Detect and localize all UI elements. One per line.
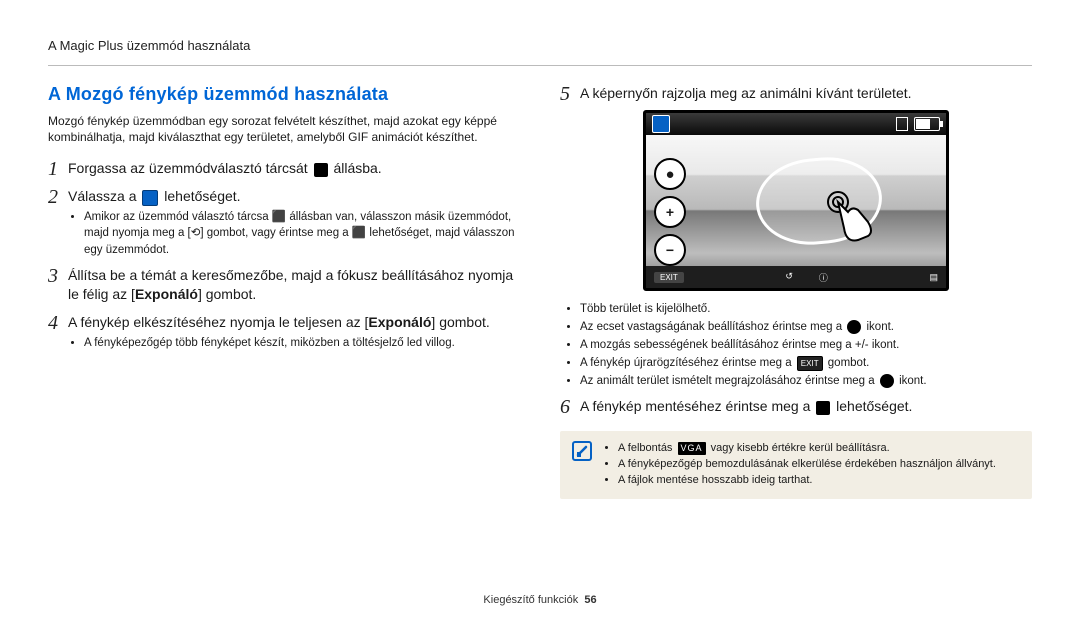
step-text: A fénykép mentéséhez érintse meg a lehet… xyxy=(580,397,912,417)
exit-icon-inline: EXIT xyxy=(797,356,823,371)
list-item: A felbontás VGA vagy kisebb értékre kerü… xyxy=(618,441,996,457)
list-item: Az ecset vastagságának beállításhoz érin… xyxy=(580,319,1032,335)
step-3: 3 Állítsa be a témát a keresőmezőbe, maj… xyxy=(48,266,520,305)
list-item: A fényképezőgép bemozdulásának elkerülés… xyxy=(618,457,996,473)
list-item: A fájlok mentése hosszabb ideig tarthat. xyxy=(618,473,996,489)
text-fragment: Az ecset vastagságának beállításhoz érin… xyxy=(580,321,845,333)
step-number: 1 xyxy=(48,159,68,179)
section-title: A Mozgó fénykép üzemmód használata xyxy=(48,84,520,105)
right-column: 5 A képernyőn rajzolja meg az animálni k… xyxy=(560,76,1032,499)
list-item: Több terület is kijelölhető. xyxy=(580,301,1032,317)
camera-side-panel xyxy=(654,158,686,266)
info-icon[interactable]: ⓘ xyxy=(819,271,828,284)
speed-plus-button[interactable] xyxy=(654,196,686,228)
text-fragment: Az animált terület ismételt megrajzolásá… xyxy=(580,375,878,387)
text-fragment: Válassza a xyxy=(68,188,140,204)
text-bold: Exponáló xyxy=(368,314,431,330)
brush-size-button[interactable] xyxy=(654,158,686,190)
step-6: 6 A fénykép mentéséhez érintse meg a leh… xyxy=(560,397,1032,417)
save-icon[interactable]: ▤ xyxy=(929,272,938,283)
page-number: 56 xyxy=(584,594,596,606)
page-header: A Magic Plus üzemmód használata xyxy=(0,0,1080,61)
redraw-icon[interactable]: ↺ xyxy=(785,271,793,284)
speed-minus-button[interactable] xyxy=(654,234,686,266)
text-bold: Exponáló xyxy=(135,286,198,302)
touch-hand-icon xyxy=(824,188,874,248)
text-fragment: lehetőséget. xyxy=(164,188,240,204)
list-item: A fénykép újrarögzítéséhez érintse meg a… xyxy=(580,355,1032,371)
list-item: Az animált terület ismételt megrajzolásá… xyxy=(580,373,1032,389)
brush-icon xyxy=(847,320,861,334)
step-4-notes: A fényképezőgép több fényképet készít, m… xyxy=(84,335,520,351)
text-fragment: A fénykép újrarögzítéséhez érintse meg a xyxy=(580,357,795,369)
camera-bottombar: EXIT ↺ ⓘ ▤ xyxy=(646,266,946,288)
step-number: 4 xyxy=(48,313,68,333)
note-box: A felbontás VGA vagy kisebb értékre kerü… xyxy=(560,431,1032,499)
step-text: Forgassa az üzemmódválasztó tárcsát állá… xyxy=(68,159,382,179)
step-text: A képernyőn rajzolja meg az animálni kív… xyxy=(580,84,912,104)
text-fragment: gombot. xyxy=(828,357,870,369)
text-fragment: ] gombot. xyxy=(431,314,489,330)
list-item: A mozgás sebességének beállításához érin… xyxy=(580,337,1032,353)
step-5-notes: Több terület is kijelölhető. Az ecset va… xyxy=(580,301,1032,389)
step-4: 4 A fénykép elkészítéséhez nyomja le tel… xyxy=(48,313,520,333)
camera-screen-illustration: EXIT ↺ ⓘ ▤ xyxy=(643,110,949,291)
footer-section: Kiegészítő funkciók xyxy=(483,594,578,606)
step-1: 1 Forgassa az üzemmódválasztó tárcsát ál… xyxy=(48,159,520,179)
list-item: A fényképezőgép több fényképet készít, m… xyxy=(84,335,520,351)
note-list: A felbontás VGA vagy kisebb értékre kerü… xyxy=(618,441,996,489)
save-icon-inline xyxy=(816,401,830,415)
main-content: A Mozgó fénykép üzemmód használata Mozgó… xyxy=(0,76,1080,499)
chapter-title: A Magic Plus üzemmód használata xyxy=(48,38,250,53)
mode-dial-icon xyxy=(314,163,328,177)
text-fragment: állásba. xyxy=(333,160,381,176)
step-5: 5 A képernyőn rajzolja meg az animálni k… xyxy=(560,84,1032,104)
text-fragment: Forgassa az üzemmódválasztó tárcsát xyxy=(68,160,312,176)
exit-button[interactable]: EXIT xyxy=(654,272,684,283)
left-column: A Mozgó fénykép üzemmód használata Mozgó… xyxy=(48,76,520,499)
page-footer: Kiegészítő funkciók 56 xyxy=(0,594,1080,606)
step-number: 3 xyxy=(48,266,68,286)
step-number: 5 xyxy=(560,84,580,104)
step-number: 6 xyxy=(560,397,580,417)
text-fragment: A felbontás xyxy=(618,442,676,454)
moving-photo-mode-icon xyxy=(652,115,670,133)
sd-card-icon xyxy=(896,117,908,131)
text-fragment: vagy kisebb értékre kerül beállításra. xyxy=(711,442,890,454)
text-fragment: ikont. xyxy=(899,375,927,387)
vga-label: VGA xyxy=(678,442,706,455)
text-fragment: A fénykép mentéséhez érintse meg a xyxy=(580,398,814,414)
text-fragment: A fénykép elkészítéséhez nyomja le telje… xyxy=(68,314,368,330)
step-number: 2 xyxy=(48,187,68,207)
camera-topbar xyxy=(646,113,946,135)
step-text: A fénykép elkészítéséhez nyomja le telje… xyxy=(68,313,490,333)
header-divider xyxy=(48,65,1032,66)
info-icon xyxy=(572,441,592,461)
text-fragment: ikont. xyxy=(867,321,895,333)
redraw-icon-inline xyxy=(880,374,894,388)
text-fragment: ] gombot. xyxy=(198,286,256,302)
step-text: Állítsa be a témát a keresőmezőbe, majd … xyxy=(68,266,520,305)
section-intro: Mozgó fénykép üzemmódban egy sorozat fel… xyxy=(48,113,520,145)
list-item: Amikor az üzemmód választó tárcsa ⬛ állá… xyxy=(84,209,520,257)
battery-icon xyxy=(914,117,940,131)
step-2-notes: Amikor az üzemmód választó tárcsa ⬛ állá… xyxy=(84,209,520,257)
step-text: Válassza a lehetőséget. xyxy=(68,187,241,207)
text-fragment: lehetőséget. xyxy=(836,398,912,414)
step-2: 2 Válassza a lehetőséget. xyxy=(48,187,520,207)
moving-photo-icon xyxy=(142,190,158,206)
